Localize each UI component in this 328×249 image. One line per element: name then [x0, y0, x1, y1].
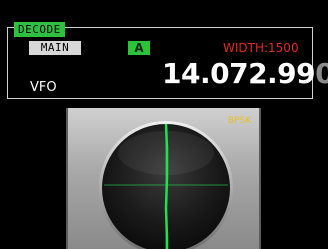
decode-tag[interactable]: DECODE — [14, 22, 65, 37]
receiver-main-tag[interactable]: MAIN — [29, 41, 81, 55]
frequency-readout[interactable]: 14.072.990 — [162, 56, 328, 92]
filter-width-readout: WIDTH:1500 — [223, 41, 299, 55]
vfo-label: VFO — [30, 80, 57, 95]
vfo-a-badge[interactable]: A — [128, 41, 150, 55]
phase-scope-panel: BPSK — [66, 108, 261, 249]
scope-mode-label: BPSK — [228, 116, 252, 126]
phase-scope — [99, 121, 233, 249]
phase-trace — [164, 123, 169, 249]
frequency-last-digit: 0 — [315, 57, 328, 90]
frequency-main-digits: 14.072.99 — [162, 57, 316, 90]
